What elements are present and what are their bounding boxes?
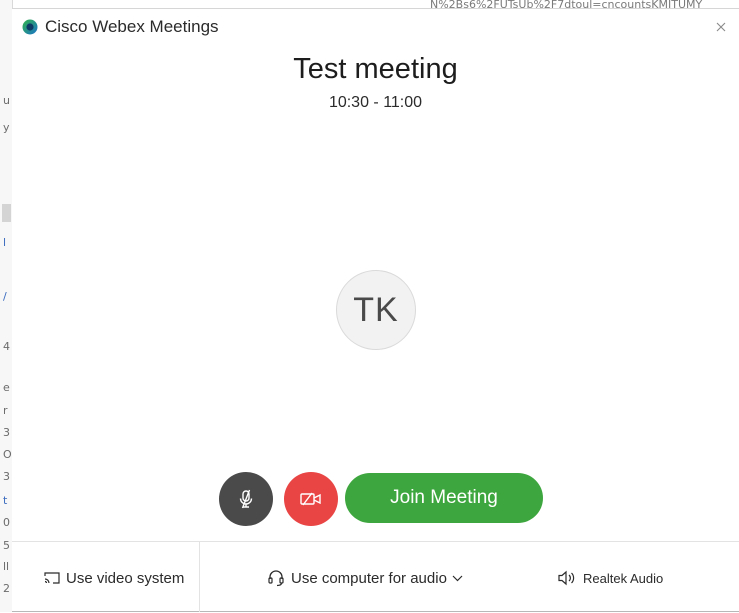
speaker-label: Realtek Audio — [583, 570, 664, 586]
audio-connection-dropdown[interactable]: Use computer for audio — [267, 567, 463, 589]
title-bar: Cisco Webex Meetings — [12, 9, 739, 45]
mute-button[interactable] — [219, 472, 273, 526]
close-icon — [716, 22, 726, 32]
close-button[interactable] — [709, 15, 733, 39]
chevron-down-icon — [452, 575, 463, 582]
webex-join-dialog: Cisco Webex Meetings Test meeting 10:30 … — [12, 8, 739, 612]
use-video-system-button[interactable]: Use video system — [44, 567, 184, 589]
headset-icon — [268, 570, 284, 587]
webex-logo-icon — [22, 19, 38, 35]
audio-connection-label: Use computer for audio — [291, 569, 447, 587]
host-avatar: TK — [336, 270, 416, 350]
cast-icon — [44, 572, 60, 584]
footer-separator — [199, 542, 200, 612]
use-video-system-label: Use video system — [66, 569, 185, 587]
footer-bar: Use video system Use computer for audio … — [12, 541, 739, 613]
avatar-initials: TK — [353, 290, 399, 329]
speaker-icon — [558, 570, 575, 586]
join-meeting-button[interactable]: Join Meeting — [345, 473, 543, 523]
microphone-muted-icon — [239, 489, 253, 509]
video-button[interactable] — [284, 472, 338, 526]
footer-divider — [12, 541, 739, 542]
meeting-title: Test meeting — [293, 53, 458, 85]
video-off-icon — [300, 492, 321, 506]
app-title: Cisco Webex Meetings — [45, 17, 219, 36]
speaker-select-button[interactable]: Realtek Audio — [557, 567, 663, 589]
meeting-time: 10:30 - 11:00 — [328, 94, 423, 111]
